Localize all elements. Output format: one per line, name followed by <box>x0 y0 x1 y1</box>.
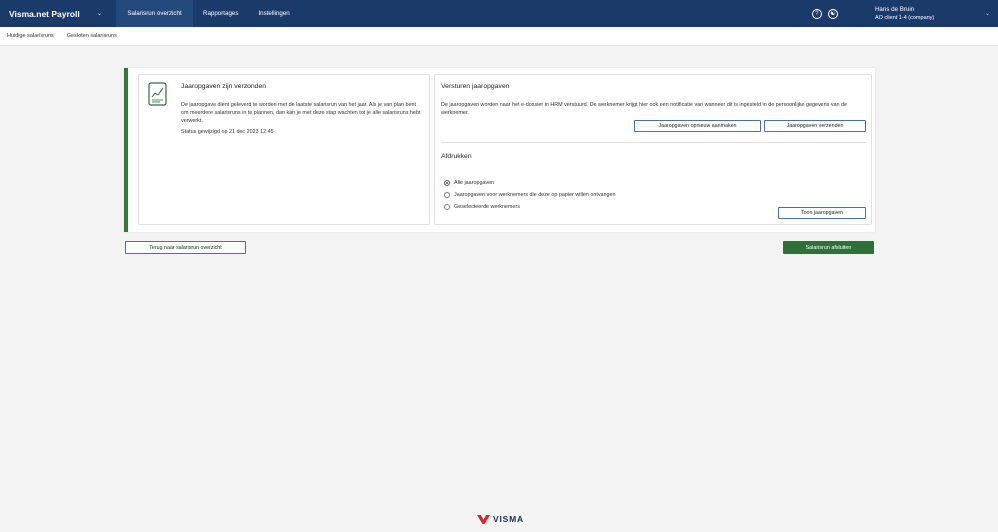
radio-all[interactable]: Alle jaaropgaven <box>444 180 494 186</box>
top-navbar: Visma.net Payroll ⌄ Salarisrun overzicht… <box>0 0 998 27</box>
app-brand[interactable]: Visma.net Payroll ⌄ <box>0 0 116 27</box>
show-jaaropgaven-button[interactable]: Toon jaaropgaven <box>778 207 866 219</box>
chevron-down-icon[interactable]: ⌄ <box>97 10 102 17</box>
send-panel: Versturen jaaropgaven De jaaropgaven wor… <box>434 74 872 225</box>
nav-instellingen[interactable]: Instellingen <box>248 0 299 27</box>
subnav-huidige-salarisruns[interactable]: Huidige salarisruns <box>7 33 54 39</box>
status-description: De jaaropgave dient geleverd te worden m… <box>181 102 421 124</box>
visma-mark-icon <box>477 514 490 524</box>
nav-rapportages[interactable]: Rapportages <box>193 0 248 27</box>
radio-label: Geselecteerde werknemers <box>454 204 520 210</box>
radio-button[interactable] <box>444 180 450 186</box>
back-to-overview-button[interactable]: Terug naar salarisrun overzicht <box>125 241 246 254</box>
send-description: De jaaropgaven worden naar het e-dossier… <box>441 102 848 116</box>
app-title: Visma.net Payroll <box>9 8 80 19</box>
document-chart-icon <box>148 82 167 106</box>
status-panel: Jaaropgaven zijn verzonden De jaaropgave… <box>138 74 430 225</box>
print-title: Afdrukken <box>441 153 472 160</box>
nav-label: Rapportages <box>203 10 239 17</box>
close-salarisrun-button[interactable]: Salarisrun afsluiten <box>783 241 874 254</box>
help-circle-icon[interactable]: ? <box>811 8 822 19</box>
visma-logo: VISMA <box>477 514 524 524</box>
visma-wordmark: VISMA <box>493 514 524 524</box>
salarisrun-card: Jaaropgaven zijn verzonden De jaaropgave… <box>124 68 875 232</box>
navbar-right: ? ☯ Hans de Bruin AO client 1-4 (company… <box>811 0 998 27</box>
nav-label: Salarisrun overzicht <box>127 10 182 17</box>
user-client: AO client 1-4 (company) <box>874 14 935 21</box>
divider <box>441 142 866 143</box>
radio-button[interactable] <box>444 192 450 198</box>
nav-salarisrun-overzicht[interactable]: Salarisrun overzicht <box>116 0 193 27</box>
radio-selected[interactable]: Geselecteerde werknemers <box>444 204 520 210</box>
user-name: Hans de Bruin <box>874 5 915 13</box>
sub-navigation: Huidige salarisruns Gesloten salarisruns <box>0 27 998 46</box>
nav-label: Instellingen <box>258 10 290 17</box>
radio-label: Alle jaaropgaven <box>454 180 495 186</box>
subnav-gesloten-salarisruns[interactable]: Gesloten salarisruns <box>67 33 117 39</box>
status-timestamp: Status gewijzigd op 21 dec 2023 12:45 <box>181 129 274 135</box>
user-menu[interactable]: Hans de Bruin AO client 1-4 (company) <box>875 6 985 22</box>
radio-label: Jaaropgaven voor werknemers die deze op … <box>454 192 616 198</box>
status-title: Jaaropgaven zijn verzonden <box>181 83 267 90</box>
recreate-jaaropgaven-button[interactable]: Jaaropgaven opnieuw aanmaken <box>634 120 761 132</box>
radio-paper[interactable]: Jaaropgaven voor werknemers die deze op … <box>444 192 616 198</box>
send-title: Versturen jaaropgaven <box>441 83 510 90</box>
send-jaaropgaven-button[interactable]: Jaaropgaven verzenden <box>764 120 866 132</box>
chevron-down-icon[interactable]: ⌄ <box>985 10 990 17</box>
accessibility-icon[interactable]: ☯ <box>827 8 838 19</box>
radio-button[interactable] <box>444 204 450 210</box>
